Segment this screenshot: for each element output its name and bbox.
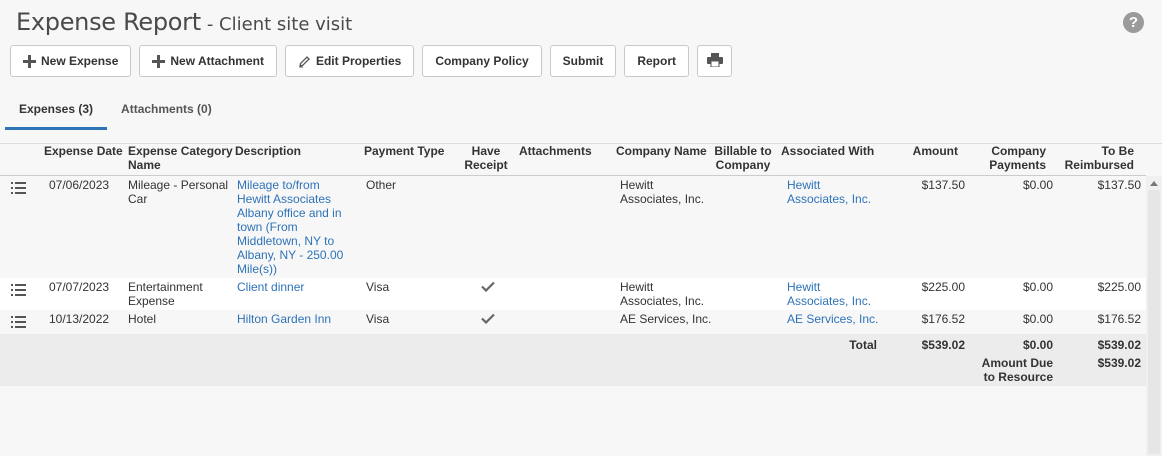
cell-to-be-reimbursed: $137.50 — [1097, 178, 1141, 192]
toolbar: New Expense New Attachment Edit Properti… — [10, 45, 740, 77]
cell-company-name: Hewitt Associates, Inc. — [620, 280, 705, 308]
checkmark-icon — [481, 313, 495, 327]
col-header-amount[interactable]: Amount — [900, 144, 958, 158]
page-title: Expense Report - Client site visit — [16, 8, 352, 40]
cell-payment-type: Visa — [366, 280, 390, 294]
table-row[interactable]: 07/06/2023 Mileage - Personal Car Mileage… — [0, 176, 1146, 278]
total-amount: $539.02 — [921, 338, 965, 352]
printer-icon — [706, 52, 723, 70]
cell-company-payments: $0.00 — [1022, 312, 1053, 326]
col-header-to-be-reimbursed[interactable]: To Be Reimbursed — [1060, 144, 1134, 172]
col-header-associated-with[interactable]: Associated With — [781, 144, 874, 158]
report-button[interactable]: Report — [624, 45, 690, 77]
plus-icon — [23, 54, 36, 68]
totals-section: Total $539.02 $0.00 $539.02 Amount Due to… — [0, 334, 1146, 386]
cell-category: Entertainment Expense — [128, 280, 203, 308]
col-header-expense-date[interactable]: Expense Date — [44, 144, 123, 158]
edit-properties-label: Edit Properties — [315, 54, 402, 68]
row-menu-icon[interactable] — [11, 182, 26, 197]
cell-description-link[interactable]: Client dinner — [237, 280, 304, 294]
cell-associated-with-link[interactable]: Hewitt Associates, Inc. — [787, 280, 871, 308]
col-header-category[interactable]: Expense Category Name — [128, 144, 233, 172]
new-expense-button[interactable]: New Expense — [10, 45, 132, 77]
page-title-subtitle: - Client site visit — [206, 14, 353, 35]
col-header-description[interactable]: Description — [235, 144, 301, 158]
report-label: Report — [637, 54, 677, 68]
cell-description-link[interactable]: Hilton Garden Inn — [237, 312, 331, 326]
cell-to-be-reimbursed: $176.52 — [1097, 312, 1141, 326]
company-policy-label: Company Policy — [435, 54, 529, 68]
tab-attachments[interactable]: Attachments (0) — [107, 92, 226, 130]
header-corner — [1146, 144, 1162, 176]
print-button[interactable] — [697, 45, 733, 77]
row-menu-icon[interactable] — [11, 316, 26, 331]
col-header-payment-type[interactable]: Payment Type — [364, 144, 444, 158]
new-attachment-label: New Attachment — [170, 54, 264, 68]
table-row[interactable]: 10/13/2022 Hotel Hilton Garden Inn Visa … — [0, 310, 1146, 334]
total-label: Total — [849, 338, 877, 352]
new-attachment-button[interactable]: New Attachment — [139, 45, 277, 77]
page-title-main: Expense Report — [16, 8, 201, 36]
help-icon[interactable]: ? — [1123, 12, 1144, 33]
pencil-icon — [298, 55, 311, 68]
cell-description-link[interactable]: Mileage to/from Hewitt Associates Albany o… — [237, 178, 343, 276]
total-to-be-reimbursed: $539.02 — [1097, 338, 1141, 352]
vertical-scrollbar[interactable] — [1146, 176, 1162, 456]
cell-company-payments: $0.00 — [1022, 178, 1053, 192]
cell-payment-type: Visa — [366, 312, 390, 326]
cell-expense-date: 07/06/2023 — [49, 178, 110, 192]
cell-amount: $137.50 — [921, 178, 965, 192]
cell-associated-with-link[interactable]: AE Services, Inc. — [787, 312, 878, 326]
table-row[interactable]: 07/07/2023 Entertainment Expense Client d… — [0, 278, 1146, 310]
submit-label: Submit — [562, 54, 604, 68]
cell-amount: $225.00 — [921, 280, 965, 294]
cell-expense-date: 07/07/2023 — [49, 280, 110, 294]
cell-payment-type: Other — [366, 178, 397, 192]
amount-due-value: $539.02 — [1097, 356, 1141, 370]
col-header-company-name[interactable]: Company Name — [616, 144, 707, 158]
edit-properties-button[interactable]: Edit Properties — [284, 45, 415, 77]
col-header-billable[interactable]: Billable to Company — [712, 144, 774, 172]
cell-associated-with-link[interactable]: Hewitt Associates, Inc. — [787, 178, 871, 206]
scroll-thumb[interactable] — [1148, 190, 1160, 454]
cell-company-name: Hewitt Associates, Inc. — [620, 178, 705, 206]
plus-icon — [152, 54, 166, 68]
company-policy-button[interactable]: Company Policy — [422, 45, 542, 77]
checkmark-icon — [481, 281, 495, 295]
tab-bar: Expenses (3) Attachments (0) — [5, 92, 226, 130]
scroll-up-icon[interactable] — [1150, 181, 1158, 186]
cell-company-name: AE Services, Inc. — [620, 312, 712, 326]
total-company-payments: $0.00 — [1022, 338, 1053, 352]
col-header-company-payments[interactable]: Company Payments — [980, 144, 1046, 172]
tab-expenses[interactable]: Expenses (3) — [5, 92, 108, 130]
col-header-have-receipt[interactable]: Have Receipt — [464, 144, 508, 172]
col-header-attachments[interactable]: Attachments — [519, 144, 592, 158]
cell-category: Mileage - Personal Car — [128, 178, 229, 206]
new-expense-label: New Expense — [41, 54, 119, 68]
cell-to-be-reimbursed: $225.00 — [1097, 280, 1141, 294]
row-menu-icon[interactable] — [11, 284, 26, 299]
submit-button[interactable]: Submit — [549, 45, 617, 77]
cell-expense-date: 10/13/2022 — [49, 312, 110, 326]
cell-category: Hotel — [128, 312, 157, 326]
cell-company-payments: $0.00 — [1022, 280, 1053, 294]
amount-due-label: Amount Due to Resource — [981, 356, 1053, 384]
cell-amount: $176.52 — [921, 312, 965, 326]
